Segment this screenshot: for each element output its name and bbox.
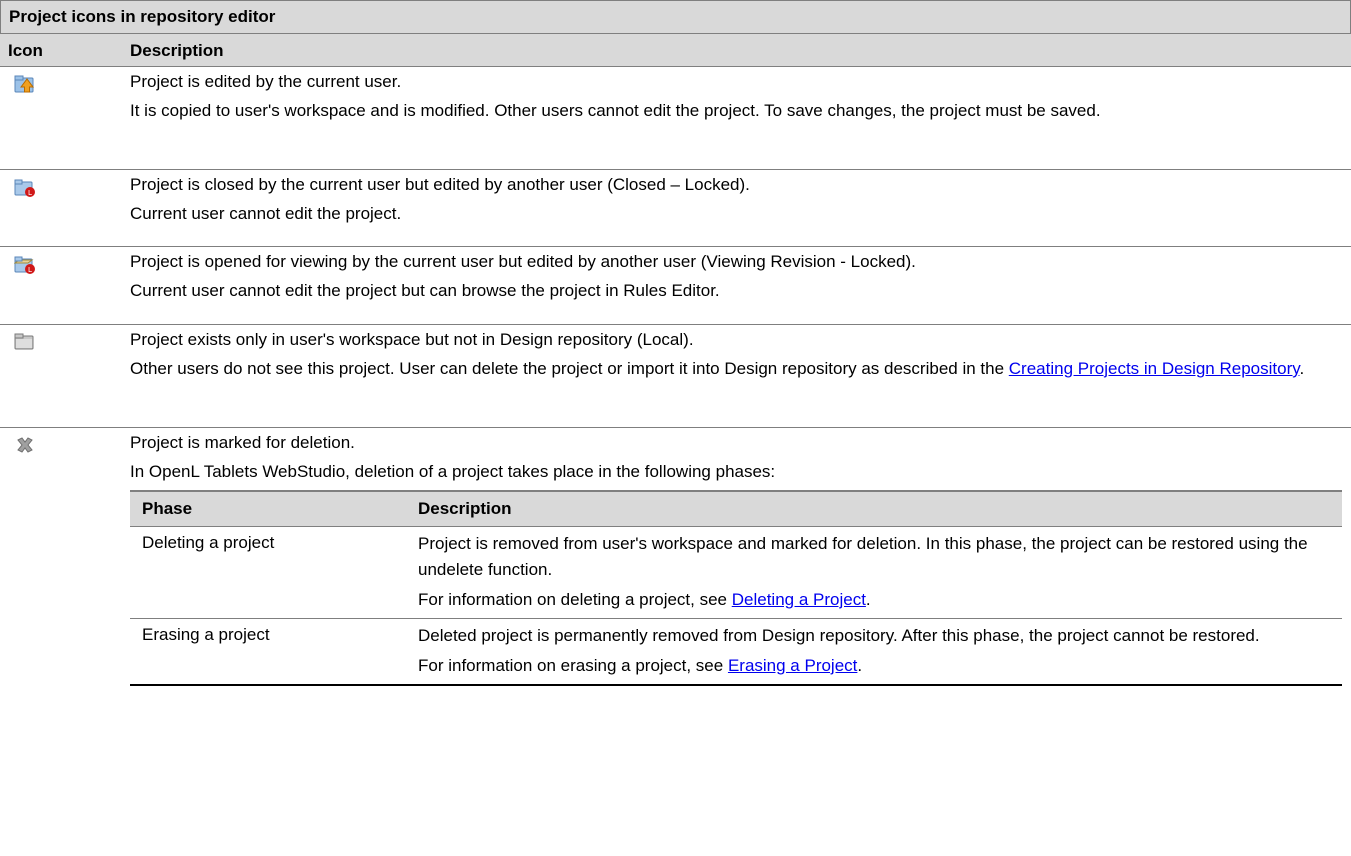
row-detail: It is copied to user's workspace and is … — [130, 101, 1101, 120]
phase-description: Project is removed from user's workspace… — [418, 534, 1308, 579]
project-viewing-locked-icon: L — [14, 253, 130, 275]
svg-text:L: L — [28, 189, 32, 197]
phase-name: Erasing a project — [142, 625, 270, 644]
row-text: Project is edited by the current user. — [130, 72, 402, 91]
project-closed-locked-icon: L — [14, 176, 130, 198]
phase-name: Deleting a project — [142, 533, 275, 552]
project-local-icon — [14, 331, 130, 353]
row-text: Project exists only in user's workspace … — [130, 330, 694, 349]
table-caption: Project icons in repository editor — [0, 0, 1351, 34]
table-row: L Project is opened for viewing by the c… — [0, 247, 1351, 325]
phase-table-header: Phase Description — [130, 492, 1342, 527]
row-text: Project is closed by the current user bu… — [130, 175, 750, 194]
header-icon: Icon — [8, 41, 43, 60]
phase-row: Deleting a project Project is removed fr… — [130, 527, 1342, 619]
row-detail: Other users do not see this project. Use… — [130, 359, 1305, 378]
header-description: Description — [130, 41, 224, 60]
creating-projects-link[interactable]: Creating Projects in Design Repository — [1009, 359, 1300, 378]
phase-row: Erasing a project Deleted project is per… — [130, 619, 1342, 686]
table-header: Icon Description — [0, 34, 1351, 67]
deleting-project-link[interactable]: Deleting a Project — [732, 590, 866, 609]
project-icons-table: Project icons in repository editor Icon … — [0, 0, 1351, 686]
table-row: Project is marked for deletion. In OpenL… — [0, 428, 1351, 686]
phase-table: Phase Description Deleting a project Pro… — [130, 490, 1342, 686]
row-text: Project is marked for deletion. — [130, 433, 355, 452]
header-phase: Phase — [142, 499, 193, 518]
row-detail: Current user cannot edit the project but… — [130, 281, 720, 300]
phase-info: For information on deleting a project, s… — [418, 590, 871, 609]
project-edit-icon — [14, 73, 130, 95]
table-row: Project exists only in user's workspace … — [0, 325, 1351, 428]
row-text: Project is opened for viewing by the cur… — [130, 252, 916, 271]
table-row: L Project is closed by the current user … — [0, 170, 1351, 247]
header-phase-description: Description — [418, 499, 512, 518]
project-deleted-icon — [14, 434, 130, 456]
table-row: Project is edited by the current user. I… — [0, 67, 1351, 170]
phase-info: For information on erasing a project, se… — [418, 656, 863, 675]
row-detail: Current user cannot edit the project. — [130, 204, 402, 223]
phase-description: Deleted project is permanently removed f… — [418, 626, 1260, 645]
svg-text:L: L — [28, 266, 32, 274]
row-detail: In OpenL Tablets WebStudio, deletion of … — [130, 462, 776, 481]
erasing-project-link[interactable]: Erasing a Project — [728, 656, 857, 675]
